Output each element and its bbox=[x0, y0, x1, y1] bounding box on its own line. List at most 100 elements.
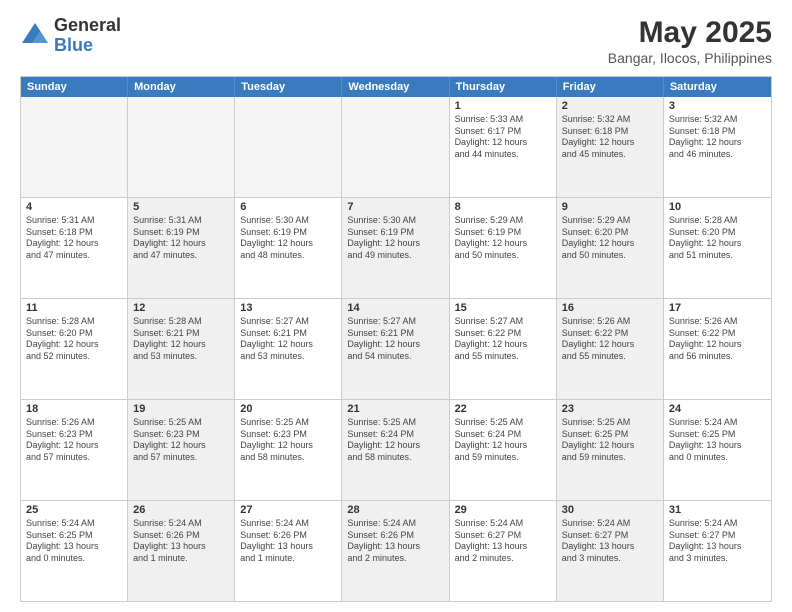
day-number: 30 bbox=[562, 504, 658, 516]
day-info: Sunrise: 5:25 AM Sunset: 6:23 PM Dayligh… bbox=[133, 417, 229, 464]
cal-cell-23: 23 Sunrise: 5:25 AM Sunset: 6:25 PM Dayli… bbox=[557, 400, 664, 500]
day-number: 3 bbox=[669, 100, 766, 112]
day-number: 22 bbox=[455, 403, 551, 415]
weekday-header-sunday: Sunday bbox=[21, 77, 128, 97]
day-info: Sunrise: 5:32 AM Sunset: 6:18 PM Dayligh… bbox=[562, 114, 658, 161]
weekday-header-saturday: Saturday bbox=[664, 77, 771, 97]
day-number: 17 bbox=[669, 302, 766, 314]
day-number: 16 bbox=[562, 302, 658, 314]
day-number: 19 bbox=[133, 403, 229, 415]
cal-cell-5: 5Sunrise: 5:31 AM Sunset: 6:19 PM Daylig… bbox=[128, 198, 235, 298]
logo-text: General Blue bbox=[54, 16, 121, 56]
cal-cell-14: 14 Sunrise: 5:27 AM Sunset: 6:21 PM Dayli… bbox=[342, 299, 449, 399]
calendar-header: SundayMondayTuesdayWednesdayThursdayFrid… bbox=[21, 77, 771, 97]
day-number: 9 bbox=[562, 201, 658, 213]
weekday-header-thursday: Thursday bbox=[450, 77, 557, 97]
day-info: Sunrise: 5:30 AM Sunset: 6:19 PM Dayligh… bbox=[240, 215, 336, 262]
cal-cell-21: 21 Sunrise: 5:25 AM Sunset: 6:24 PM Dayli… bbox=[342, 400, 449, 500]
day-number: 6 bbox=[240, 201, 336, 213]
weekday-header-wednesday: Wednesday bbox=[342, 77, 449, 97]
day-info: Sunrise: 5:25 AM Sunset: 6:24 PM Dayligh… bbox=[347, 417, 443, 464]
day-info: Sunrise: 5:24 AM Sunset: 6:27 PM Dayligh… bbox=[669, 518, 766, 565]
day-number: 4 bbox=[26, 201, 122, 213]
day-number: 23 bbox=[562, 403, 658, 415]
cal-cell-empty-0 bbox=[21, 97, 128, 197]
day-number: 31 bbox=[669, 504, 766, 516]
cal-cell-3: 3 Sunrise: 5:32 AM Sunset: 6:18 PM Daylig… bbox=[664, 97, 771, 197]
cal-cell-11: 11 Sunrise: 5:28 AM Sunset: 6:20 PM Dayli… bbox=[21, 299, 128, 399]
cal-cell-1: 1Sunrise: 5:33 AM Sunset: 6:17 PM Daylig… bbox=[450, 97, 557, 197]
cal-cell-24: 24 Sunrise: 5:24 AM Sunset: 6:25 PM Dayli… bbox=[664, 400, 771, 500]
cal-cell-empty-1 bbox=[128, 97, 235, 197]
cal-cell-22: 22Sunrise: 5:25 AM Sunset: 6:24 PM Dayli… bbox=[450, 400, 557, 500]
cal-cell-20: 20Sunrise: 5:25 AM Sunset: 6:23 PM Dayli… bbox=[235, 400, 342, 500]
weekday-header-tuesday: Tuesday bbox=[235, 77, 342, 97]
cal-cell-26: 26 Sunrise: 5:24 AM Sunset: 6:26 PM Dayli… bbox=[128, 501, 235, 601]
cal-cell-31: 31 Sunrise: 5:24 AM Sunset: 6:27 PM Dayli… bbox=[664, 501, 771, 601]
cal-cell-25: 25Sunrise: 5:24 AM Sunset: 6:25 PM Dayli… bbox=[21, 501, 128, 601]
day-info: Sunrise: 5:28 AM Sunset: 6:21 PM Dayligh… bbox=[133, 316, 229, 363]
day-info: Sunrise: 5:27 AM Sunset: 6:21 PM Dayligh… bbox=[347, 316, 443, 363]
day-number: 18 bbox=[26, 403, 122, 415]
day-info: Sunrise: 5:26 AM Sunset: 6:22 PM Dayligh… bbox=[562, 316, 658, 363]
day-info: Sunrise: 5:28 AM Sunset: 6:20 PM Dayligh… bbox=[26, 316, 122, 363]
day-info: Sunrise: 5:26 AM Sunset: 6:22 PM Dayligh… bbox=[669, 316, 766, 363]
logo: General Blue bbox=[20, 16, 121, 56]
weekday-header-monday: Monday bbox=[128, 77, 235, 97]
calendar: SundayMondayTuesdayWednesdayThursdayFrid… bbox=[20, 76, 772, 602]
cal-cell-empty-3 bbox=[342, 97, 449, 197]
cal-cell-4: 4Sunrise: 5:31 AM Sunset: 6:18 PM Daylig… bbox=[21, 198, 128, 298]
day-number: 13 bbox=[240, 302, 336, 314]
cal-cell-empty-2 bbox=[235, 97, 342, 197]
cal-cell-29: 29 Sunrise: 5:24 AM Sunset: 6:27 PM Dayli… bbox=[450, 501, 557, 601]
day-number: 26 bbox=[133, 504, 229, 516]
header: General Blue May 2025 Bangar, Ilocos, Ph… bbox=[20, 16, 772, 66]
day-info: Sunrise: 5:27 AM Sunset: 6:22 PM Dayligh… bbox=[455, 316, 551, 363]
calendar-body: 1Sunrise: 5:33 AM Sunset: 6:17 PM Daylig… bbox=[21, 97, 771, 601]
weekday-header-friday: Friday bbox=[557, 77, 664, 97]
day-info: Sunrise: 5:28 AM Sunset: 6:20 PM Dayligh… bbox=[669, 215, 766, 262]
day-info: Sunrise: 5:24 AM Sunset: 6:26 PM Dayligh… bbox=[240, 518, 336, 565]
day-info: Sunrise: 5:25 AM Sunset: 6:23 PM Dayligh… bbox=[240, 417, 336, 464]
day-number: 29 bbox=[455, 504, 551, 516]
cal-cell-6: 6 Sunrise: 5:30 AM Sunset: 6:19 PM Daylig… bbox=[235, 198, 342, 298]
calendar-row-2: 11 Sunrise: 5:28 AM Sunset: 6:20 PM Dayli… bbox=[21, 298, 771, 399]
day-info: Sunrise: 5:29 AM Sunset: 6:19 PM Dayligh… bbox=[455, 215, 551, 262]
day-info: Sunrise: 5:27 AM Sunset: 6:21 PM Dayligh… bbox=[240, 316, 336, 363]
logo-general-text: General bbox=[54, 16, 121, 36]
cal-cell-16: 16 Sunrise: 5:26 AM Sunset: 6:22 PM Dayli… bbox=[557, 299, 664, 399]
day-number: 11 bbox=[26, 302, 122, 314]
calendar-row-4: 25Sunrise: 5:24 AM Sunset: 6:25 PM Dayli… bbox=[21, 500, 771, 601]
day-number: 14 bbox=[347, 302, 443, 314]
day-number: 21 bbox=[347, 403, 443, 415]
day-number: 28 bbox=[347, 504, 443, 516]
day-number: 12 bbox=[133, 302, 229, 314]
cal-cell-2: 2Sunrise: 5:32 AM Sunset: 6:18 PM Daylig… bbox=[557, 97, 664, 197]
day-info: Sunrise: 5:32 AM Sunset: 6:18 PM Dayligh… bbox=[669, 114, 766, 161]
day-info: Sunrise: 5:29 AM Sunset: 6:20 PM Dayligh… bbox=[562, 215, 658, 262]
cal-cell-28: 28 Sunrise: 5:24 AM Sunset: 6:26 PM Dayli… bbox=[342, 501, 449, 601]
day-info: Sunrise: 5:24 AM Sunset: 6:26 PM Dayligh… bbox=[133, 518, 229, 565]
logo-icon bbox=[20, 21, 50, 51]
day-info: Sunrise: 5:30 AM Sunset: 6:19 PM Dayligh… bbox=[347, 215, 443, 262]
cal-cell-10: 10 Sunrise: 5:28 AM Sunset: 6:20 PM Dayli… bbox=[664, 198, 771, 298]
cal-cell-27: 27 Sunrise: 5:24 AM Sunset: 6:26 PM Dayli… bbox=[235, 501, 342, 601]
day-info: Sunrise: 5:25 AM Sunset: 6:25 PM Dayligh… bbox=[562, 417, 658, 464]
day-info: Sunrise: 5:31 AM Sunset: 6:19 PM Dayligh… bbox=[133, 215, 229, 262]
cal-cell-18: 18 Sunrise: 5:26 AM Sunset: 6:23 PM Dayli… bbox=[21, 400, 128, 500]
day-number: 1 bbox=[455, 100, 551, 112]
day-info: Sunrise: 5:24 AM Sunset: 6:26 PM Dayligh… bbox=[347, 518, 443, 565]
title-block: May 2025 Bangar, Ilocos, Philippines bbox=[608, 16, 772, 66]
day-number: 7 bbox=[347, 201, 443, 213]
day-number: 8 bbox=[455, 201, 551, 213]
day-info: Sunrise: 5:24 AM Sunset: 6:25 PM Dayligh… bbox=[669, 417, 766, 464]
day-info: Sunrise: 5:24 AM Sunset: 6:27 PM Dayligh… bbox=[455, 518, 551, 565]
day-number: 27 bbox=[240, 504, 336, 516]
calendar-row-0: 1Sunrise: 5:33 AM Sunset: 6:17 PM Daylig… bbox=[21, 97, 771, 197]
day-number: 24 bbox=[669, 403, 766, 415]
day-info: Sunrise: 5:24 AM Sunset: 6:27 PM Dayligh… bbox=[562, 518, 658, 565]
calendar-row-3: 18 Sunrise: 5:26 AM Sunset: 6:23 PM Dayli… bbox=[21, 399, 771, 500]
day-number: 10 bbox=[669, 201, 766, 213]
cal-cell-9: 9 Sunrise: 5:29 AM Sunset: 6:20 PM Daylig… bbox=[557, 198, 664, 298]
day-info: Sunrise: 5:26 AM Sunset: 6:23 PM Dayligh… bbox=[26, 417, 122, 464]
